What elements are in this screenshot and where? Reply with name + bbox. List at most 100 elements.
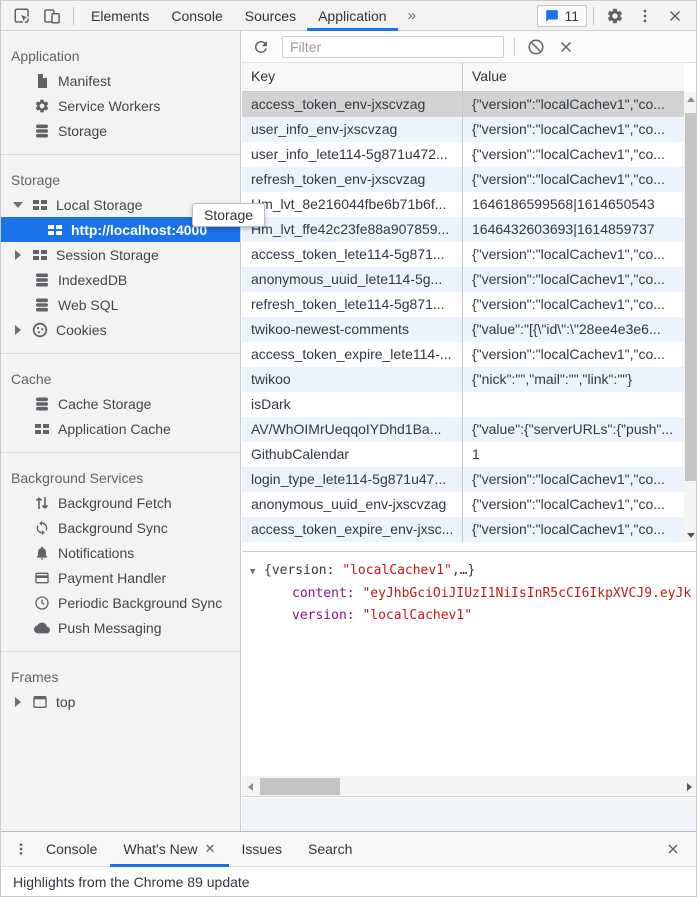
- table-row[interactable]: Hm_lvt_ffe42c23fe88a907859...16464326036…: [242, 217, 684, 242]
- sidebar-item-service-workers[interactable]: Service Workers: [1, 93, 240, 118]
- row-value: {"nick":"","mail":"","link":""}: [463, 367, 684, 392]
- scrollbar-thumb[interactable]: [685, 113, 697, 481]
- drawer-menu-button[interactable]: [9, 835, 33, 864]
- clear-all-button[interactable]: [521, 32, 551, 61]
- preview-summary-value: "localCachev1": [342, 563, 452, 578]
- close-whats-new-tab-icon[interactable]: ✕: [205, 841, 216, 857]
- section-title-cache: Cache: [1, 367, 240, 391]
- row-value: 1: [463, 442, 684, 467]
- table-row[interactable]: refresh_token_lete114-5g871...{"version"…: [242, 292, 684, 317]
- sidebar-item-label: Local Storage: [56, 197, 142, 213]
- drawer-tab-label: Console: [46, 841, 97, 857]
- row-key: access_token_expire_env-jxsc...: [242, 517, 463, 542]
- close-icon: [666, 7, 684, 25]
- tab-application[interactable]: Application: [307, 1, 398, 31]
- table-row[interactable]: user_info_env-jxscvzag{"version":"localC…: [242, 117, 684, 142]
- sidebar-item-cache-storage[interactable]: Cache Storage: [1, 391, 240, 416]
- scroll-down-arrow[interactable]: [684, 528, 697, 542]
- sidebar-item-push-messaging[interactable]: Push Messaging: [1, 615, 240, 640]
- table-icon: [47, 222, 63, 238]
- sidebar-item-background-sync[interactable]: Background Sync: [1, 515, 240, 540]
- column-header-key[interactable]: Key: [242, 63, 463, 91]
- chevron-down-icon[interactable]: [12, 199, 24, 211]
- storage-tooltip: Storage: [192, 203, 265, 227]
- tab-sources[interactable]: Sources: [234, 1, 307, 31]
- sidebar-item-background-fetch[interactable]: Background Fetch: [1, 490, 240, 515]
- chevron-right-icon[interactable]: [12, 249, 24, 261]
- row-key: access_token_lete114-5g871...: [242, 242, 463, 267]
- table-row[interactable]: twikoo-newest-comments{"value":"[{\"id\"…: [242, 317, 684, 342]
- vertical-scrollbar[interactable]: [684, 92, 697, 542]
- table-icon: [34, 421, 50, 437]
- preview-object-summary[interactable]: ▼{version: "localCachev1",…}: [250, 560, 697, 583]
- sidebar-item-indexeddb[interactable]: IndexedDB: [1, 267, 240, 292]
- section-title-application: Application: [1, 44, 240, 68]
- toggle-device-toolbar-button[interactable]: [37, 1, 67, 30]
- frame-icon: [32, 694, 48, 710]
- table-row[interactable]: GithubCalendar1: [242, 442, 684, 467]
- delete-selected-button[interactable]: [551, 32, 581, 61]
- sidebar-item-payment-handler[interactable]: Payment Handler: [1, 565, 240, 590]
- tab-elements[interactable]: Elements: [80, 1, 160, 31]
- table-row[interactable]: twikoo{"nick":"","mail":"","link":""}: [242, 367, 684, 392]
- table-row[interactable]: anonymous_uuid_env-jxscvzag{"version":"l…: [242, 492, 684, 517]
- sidebar-item-cookies[interactable]: Cookies: [1, 317, 240, 342]
- drawer-tab-whats-new[interactable]: What's New✕: [110, 832, 228, 867]
- scroll-up-arrow[interactable]: [684, 92, 697, 106]
- expand-triangle-icon[interactable]: ▼: [250, 561, 264, 583]
- preview-property-version[interactable]: version: "localCachev1": [250, 605, 697, 627]
- scroll-left-arrow[interactable]: [242, 776, 259, 797]
- sidebar-item-web-sql[interactable]: Web SQL: [1, 292, 240, 317]
- block-icon: [527, 38, 545, 56]
- table-row[interactable]: access_token_lete114-5g871...{"version":…: [242, 242, 684, 267]
- drawer-tab-console[interactable]: Console: [33, 832, 110, 867]
- sidebar-item-frame-top[interactable]: top: [1, 689, 240, 714]
- console-messages-badge[interactable]: 11: [537, 5, 587, 27]
- close-devtools-button[interactable]: [660, 1, 690, 30]
- more-tabs-icon[interactable]: »: [398, 7, 426, 24]
- chevron-right-icon[interactable]: [12, 696, 24, 708]
- database-icon: [34, 123, 50, 139]
- sidebar-item-application-cache[interactable]: Application Cache: [1, 416, 240, 441]
- column-header-value[interactable]: Value: [463, 63, 684, 91]
- section-frames: Frames top: [1, 652, 240, 714]
- table-row[interactable]: anonymous_uuid_lete114-5g...{"version":"…: [242, 267, 684, 292]
- refresh-button[interactable]: [246, 32, 276, 61]
- table-row[interactable]: isDark: [242, 392, 684, 417]
- preview-property-content[interactable]: content: "eyJhbGciOiJIUzI1NiIsInR5cCI6Ik…: [250, 583, 697, 605]
- table-row[interactable]: AV/WhOIMrUeqqoIYDhd1Ba...{"value":{"serv…: [242, 417, 684, 442]
- message-count: 11: [564, 8, 579, 24]
- filter-input[interactable]: [282, 36, 504, 58]
- table-row[interactable]: access_token_expire_lete114-...{"version…: [242, 342, 684, 367]
- sidebar-item-storage[interactable]: Storage: [1, 118, 240, 143]
- scrollbar-thumb[interactable]: [260, 778, 340, 795]
- sidebar-item-session-storage[interactable]: Session Storage: [1, 242, 240, 267]
- table-row[interactable]: refresh_token_env-jxscvzag{"version":"lo…: [242, 167, 684, 192]
- sidebar-item-label: top: [56, 694, 75, 710]
- drawer-tab-search[interactable]: Search: [295, 832, 365, 867]
- sidebar-item-periodic-background-sync[interactable]: Periodic Background Sync: [1, 590, 240, 615]
- chevron-right-icon[interactable]: [12, 324, 24, 336]
- scroll-right-arrow[interactable]: [681, 776, 697, 797]
- table-row[interactable]: access_token_expire_env-jxsc...{"version…: [242, 517, 684, 542]
- drawer-tab-label: Search: [308, 841, 352, 857]
- settings-button[interactable]: [600, 1, 630, 30]
- table-row[interactable]: user_info_lete114-5g871u472...{"version"…: [242, 142, 684, 167]
- close-drawer-button[interactable]: [658, 835, 688, 864]
- inspect-element-button[interactable]: [7, 1, 37, 30]
- devtools-menu-button[interactable]: [630, 1, 660, 30]
- row-value: {"version":"localCachev1","co...: [463, 342, 684, 367]
- sidebar-item-label: Background Sync: [58, 520, 168, 536]
- whats-new-headline[interactable]: Highlights from the Chrome 89 update: [13, 874, 250, 890]
- horizontal-scrollbar[interactable]: [242, 776, 697, 797]
- sidebar-item-notifications[interactable]: Notifications: [1, 540, 240, 565]
- section-application: Application Manifest Service Workers Sto…: [1, 31, 240, 155]
- table-icon: [32, 197, 48, 213]
- table-row[interactable]: Hm_lvt_8e216044fbe6b71b6f...164618659956…: [242, 192, 684, 217]
- table-row[interactable]: login_type_lete114-5g871u47...{"version"…: [242, 467, 684, 492]
- sidebar-item-manifest[interactable]: Manifest: [1, 68, 240, 93]
- table-row[interactable]: access_token_env-jxscvzag{"version":"loc…: [242, 92, 684, 117]
- drawer-tab-issues[interactable]: Issues: [229, 832, 295, 867]
- whats-new-content: Highlights from the Chrome 89 update: [1, 867, 696, 897]
- tab-console[interactable]: Console: [160, 1, 233, 31]
